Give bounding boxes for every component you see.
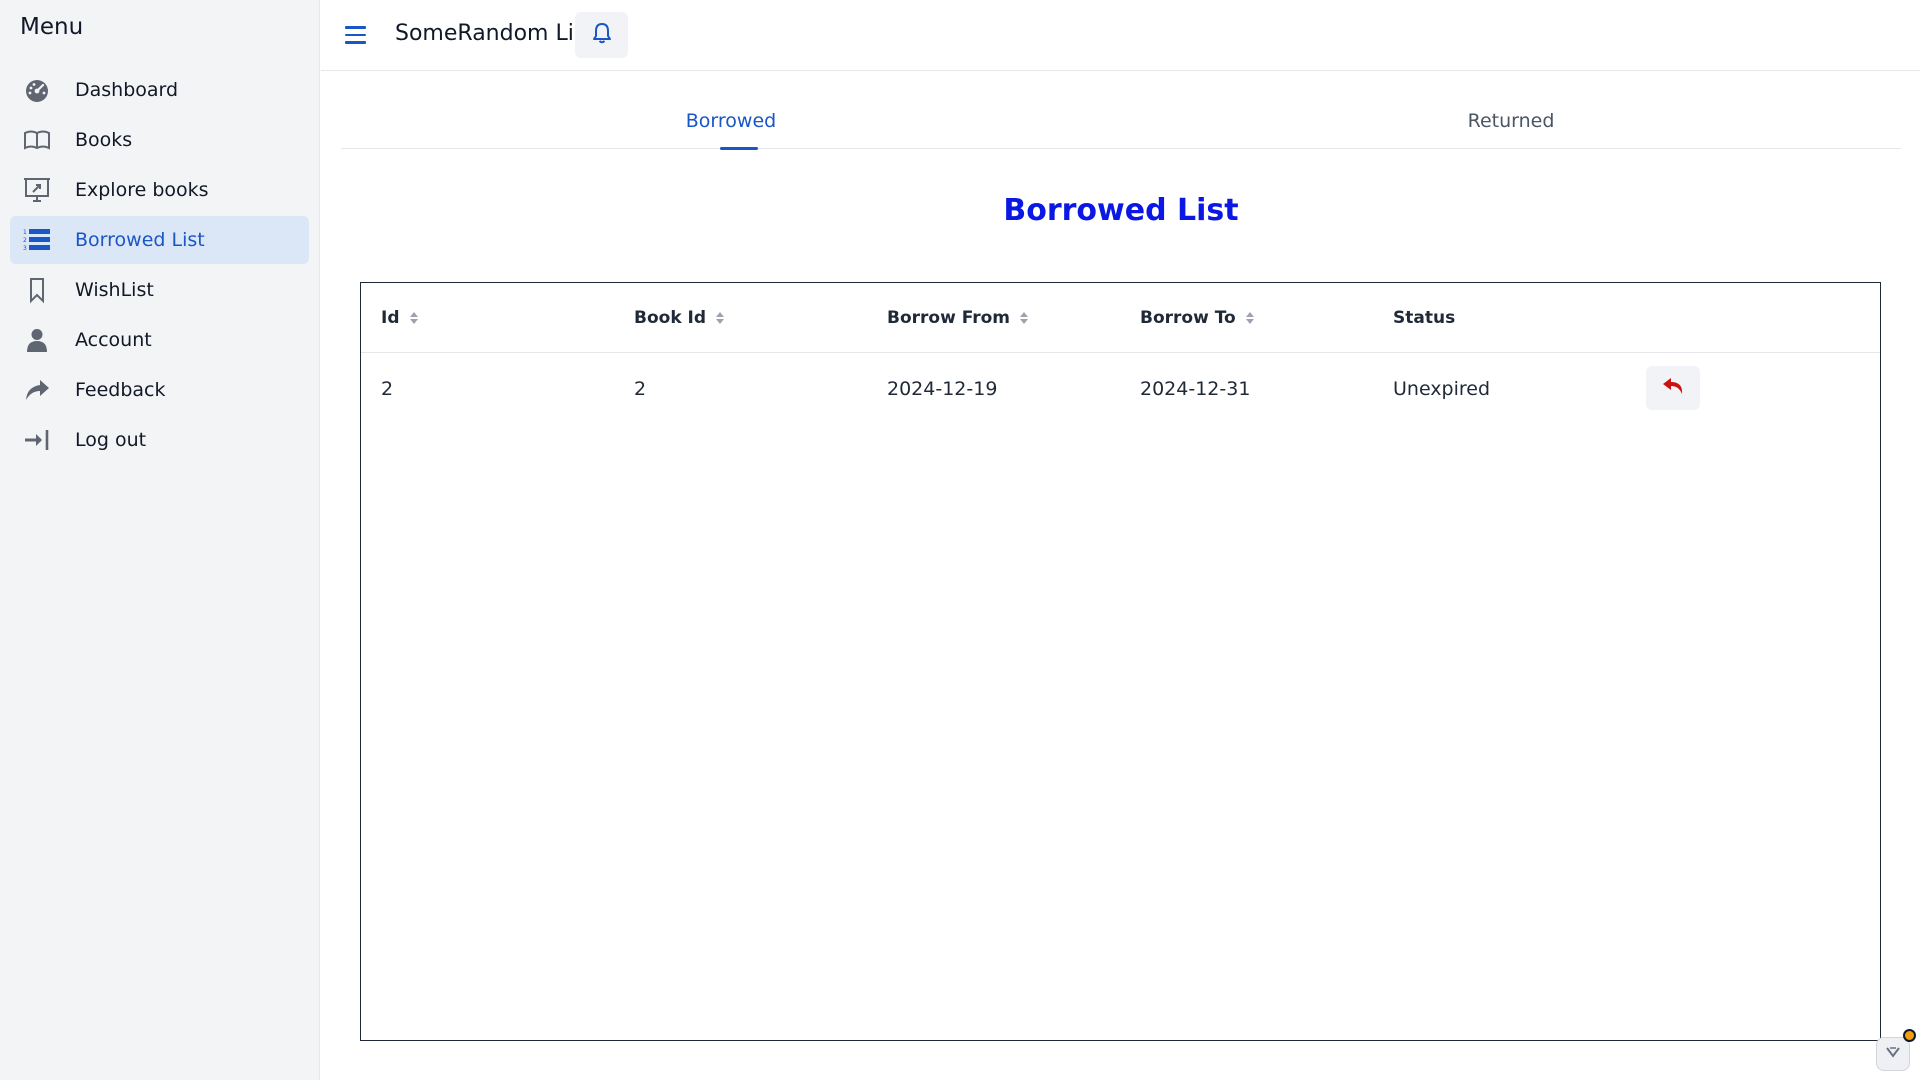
column-header-label: Book Id [634,308,707,328]
sidebar-nav: Dashboard Books Explore books 123 Borrow… [10,66,309,466]
return-book-button[interactable] [1646,366,1700,410]
sidebar-item-label: Log out [75,429,147,451]
svg-text:2: 2 [23,237,27,244]
tab-returned[interactable]: Returned [1121,92,1901,149]
cell-borrow-from: 2024-12-19 [887,378,998,400]
column-header-status: Status [1393,283,1455,353]
top-header: SomeRandom Lib [321,0,1920,71]
sidebar-item-label: Borrowed List [75,229,205,251]
table-header: Id Book Id Borrow From Borrow To Status [361,283,1880,353]
sidebar-item-books[interactable]: Books [10,116,309,164]
dashboard-gauge-icon [22,75,52,105]
bookmark-icon [22,275,52,305]
notification-button[interactable] [575,12,628,58]
sidebar-item-label: WishList [75,279,154,301]
sidebar-item-label: Account [75,329,152,351]
tab-borrowed[interactable]: Borrowed [341,92,1121,150]
cell-id: 2 [381,378,394,400]
ordered-list-icon: 123 [22,225,52,255]
share-arrow-icon [22,375,52,405]
app-title: SomeRandom Lib [395,21,588,46]
sidebar-item-wishlist[interactable]: WishList [10,266,309,314]
column-header-label: Borrow To [1140,308,1236,328]
cell-status: Unexpired [1393,378,1491,400]
svg-text:3: 3 [23,245,27,252]
sidebar-item-logout[interactable]: Log out [10,416,309,464]
sidebar-item-feedback[interactable]: Feedback [10,366,309,414]
notification-dot [1903,1029,1916,1042]
page-title: Borrowed List [1003,193,1239,228]
column-header-id[interactable]: Id [381,283,418,353]
column-header-label: Borrow From [887,308,1011,328]
sidebar: Menu Dashboard Books Explore books 123 B… [0,0,320,1080]
column-header-borrow-from[interactable]: Borrow From [887,283,1029,353]
column-header-borrow-to[interactable]: Borrow To [1140,283,1254,353]
sort-icon[interactable] [409,312,418,324]
explore-presentation-icon [22,175,52,205]
sidebar-item-dashboard[interactable]: Dashboard [10,66,309,114]
sidebar-item-account[interactable]: Account [10,316,309,364]
sidebar-item-label: Explore books [75,179,209,201]
hamburger-icon[interactable] [345,22,371,48]
sort-icon[interactable] [1245,312,1254,324]
sidebar-item-borrowed-list[interactable]: 123 Borrowed List [10,216,309,264]
floating-helper-button[interactable] [1876,1037,1910,1071]
column-header-label: Status [1393,308,1456,328]
svg-text:1: 1 [23,229,27,236]
sidebar-title: Menu [20,14,84,40]
active-tab-indicator [720,147,758,150]
sidebar-item-explore-books[interactable]: Explore books [10,166,309,214]
cell-borrow-to: 2024-12-31 [1140,378,1251,400]
logout-icon [22,425,52,455]
table-row: 2 2 2024-12-19 2024-12-31 Unexpired [361,354,1880,424]
tab-label: Borrowed [685,109,777,132]
tab-label: Returned [1467,109,1555,132]
chevron-down-icon [1885,1045,1901,1064]
open-book-icon [22,125,52,155]
column-header-book-id[interactable]: Book Id [634,283,725,353]
user-icon [22,325,52,355]
tab-bar: Borrowed Returned [341,92,1901,150]
cell-book-id: 2 [634,378,647,400]
return-arrow-icon [1662,377,1684,399]
bell-icon [592,22,612,48]
sort-icon[interactable] [716,312,725,324]
sidebar-item-label: Dashboard [75,79,179,101]
sort-icon[interactable] [1020,312,1029,324]
column-header-label: Id [381,308,400,328]
sidebar-item-label: Feedback [75,379,166,401]
borrowed-table: Id Book Id Borrow From Borrow To Status … [360,282,1881,1041]
sidebar-item-label: Books [75,129,133,151]
